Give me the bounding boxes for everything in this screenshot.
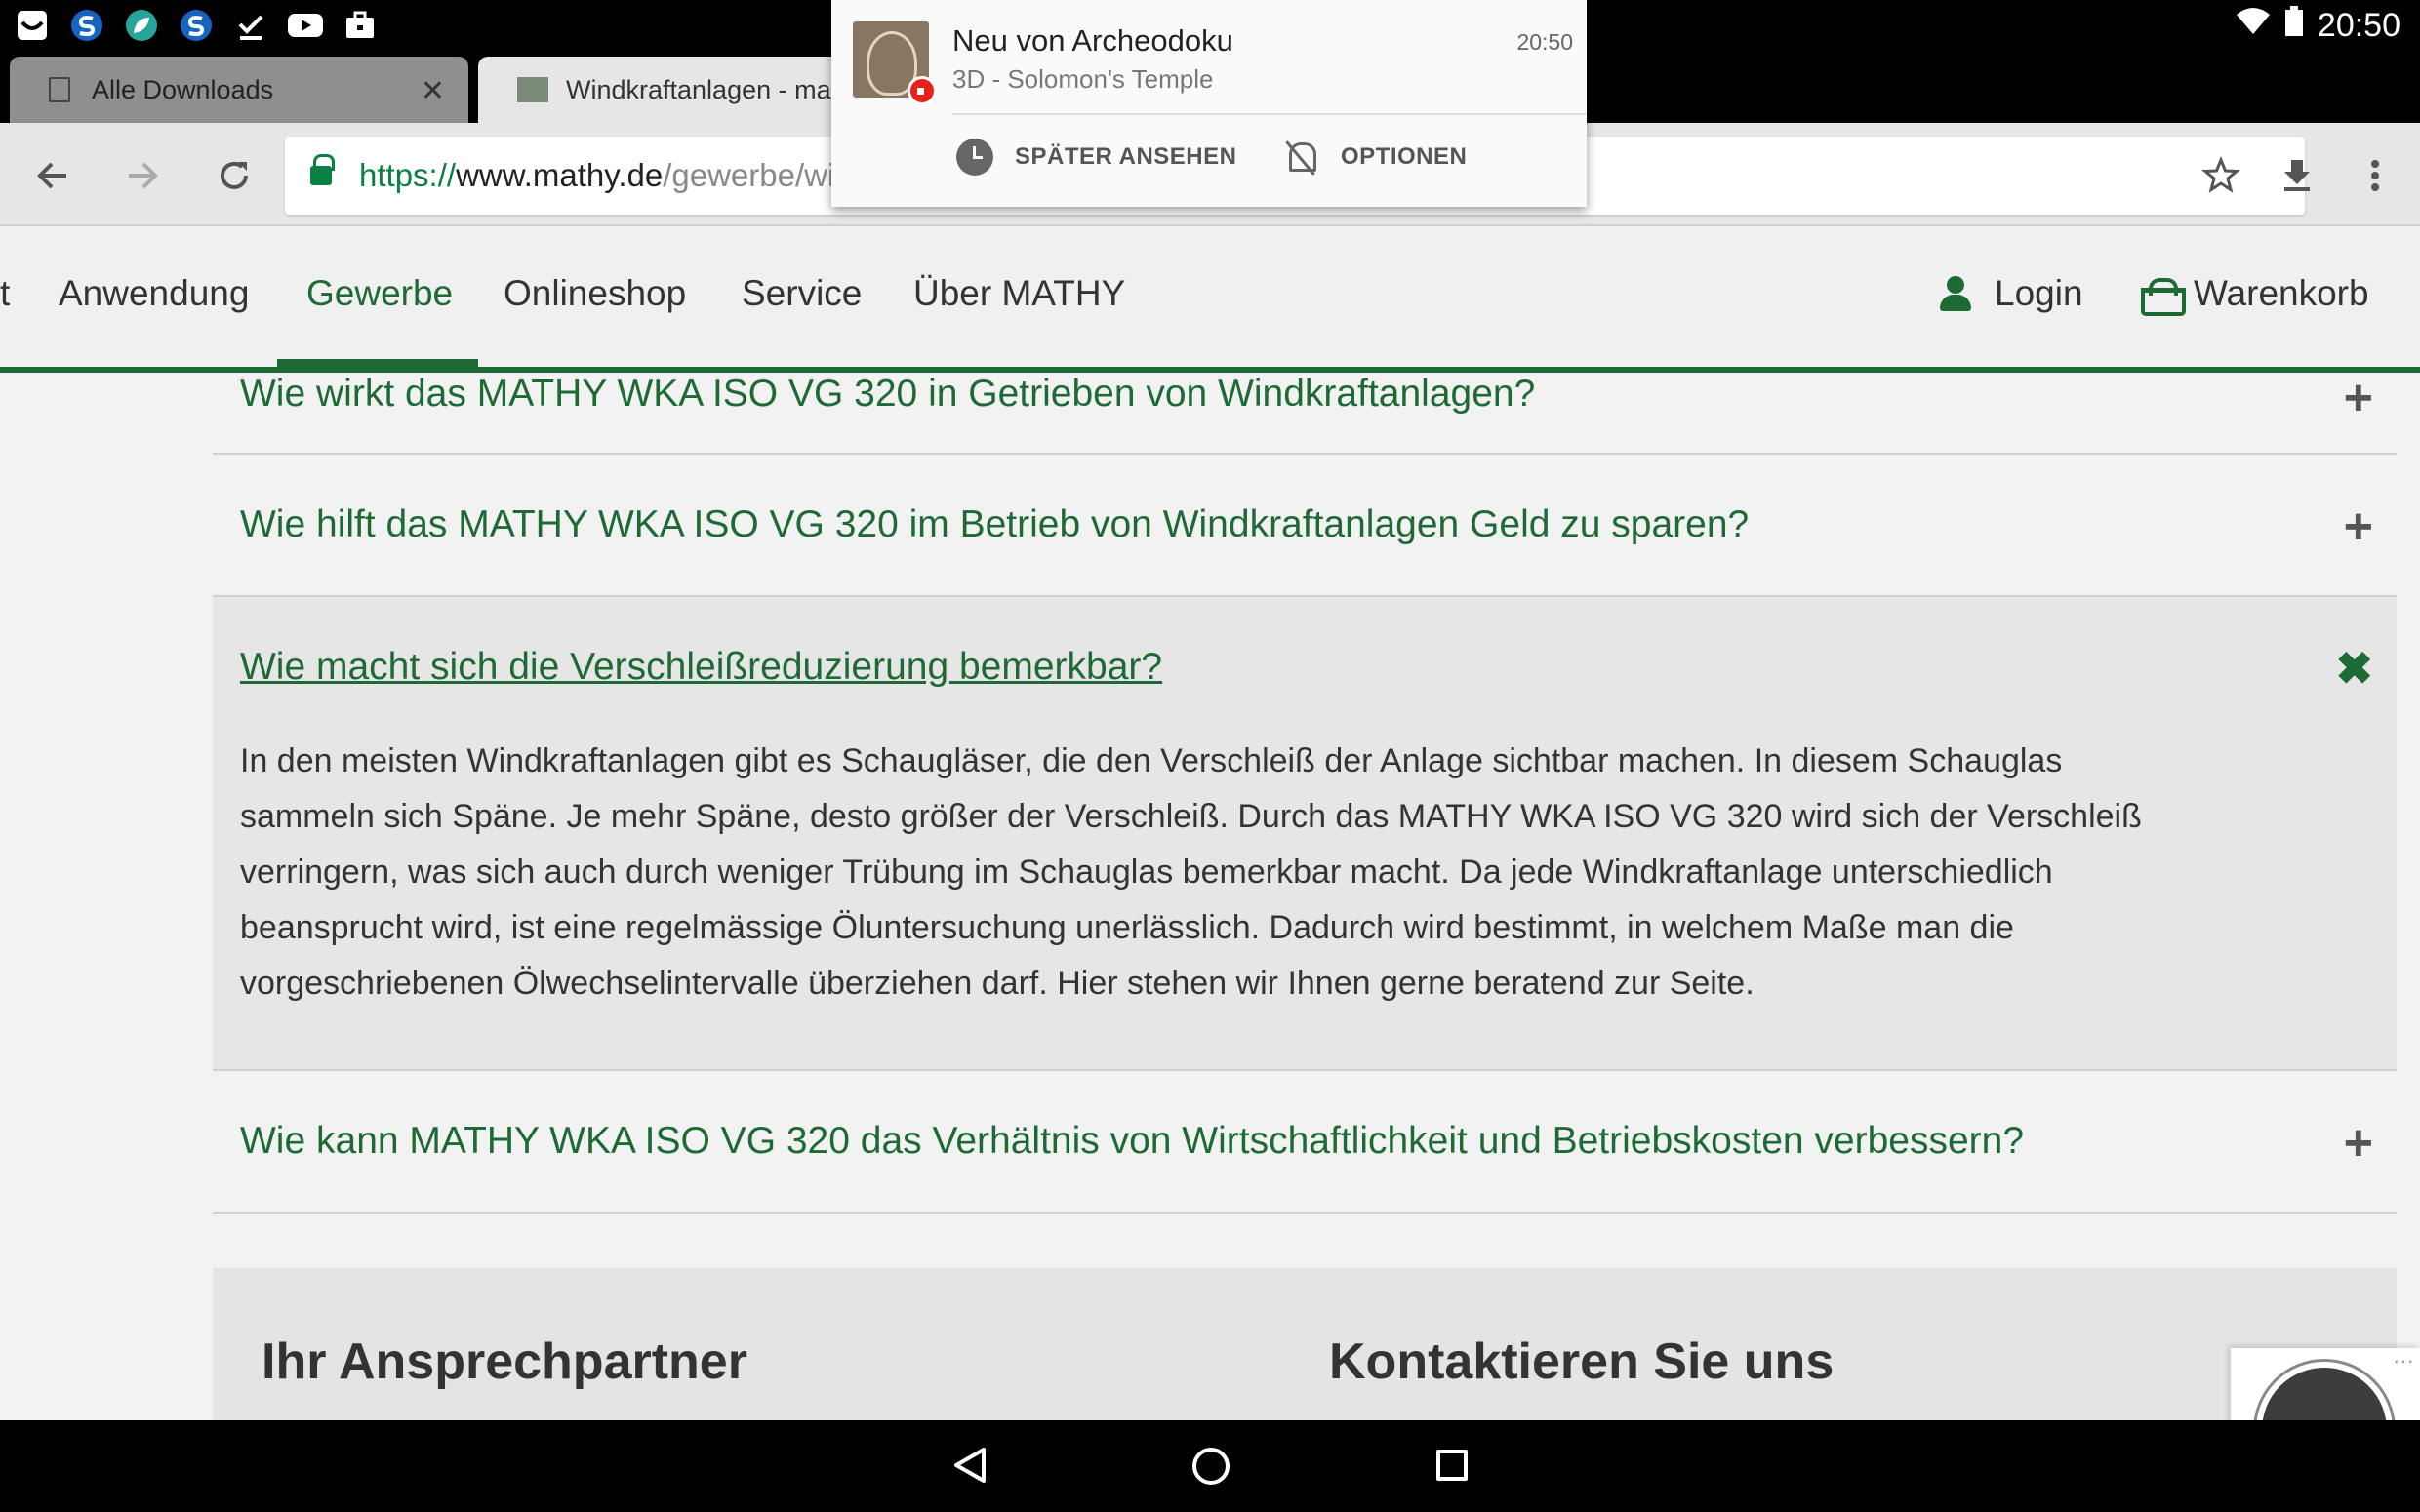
tab-label: Alle Downloads bbox=[92, 74, 274, 104]
faq-question[interactable]: Wie hilft das MATHY WKA ISO VG 320 im Be… bbox=[240, 503, 1749, 546]
tab-alle-downloads[interactable]: Alle Downloads ✕ bbox=[10, 57, 468, 123]
system-navigation-bar bbox=[0, 1420, 2420, 1512]
s-app-icon bbox=[176, 6, 217, 45]
briefcase-icon bbox=[340, 6, 381, 45]
plus-icon[interactable]: + bbox=[2344, 1118, 2373, 1169]
login-link[interactable]: Login bbox=[1940, 273, 2083, 314]
nav-item-truncated[interactable]: t bbox=[0, 273, 10, 314]
inbox-icon bbox=[12, 6, 53, 45]
options-label: OPTIONEN bbox=[1341, 143, 1468, 170]
faq-answer-line: verringern, was sich auch durch weniger … bbox=[240, 854, 2053, 891]
status-time: 20:50 bbox=[2317, 6, 2400, 44]
back-button[interactable] bbox=[25, 148, 80, 203]
menu-button[interactable] bbox=[2348, 148, 2402, 203]
status-notification-icons bbox=[12, 6, 381, 45]
arrow-right-icon bbox=[129, 162, 158, 189]
faq-question[interactable]: Wie kann MATHY WKA ISO VG 320 das Verhäl… bbox=[240, 1120, 2024, 1163]
notification-title: Neu von Archeodoku bbox=[952, 23, 1233, 58]
faq-answer-line: sammeln sich Späne. Je mehr Späne, desto… bbox=[240, 798, 2142, 835]
contact-us-heading: Kontaktieren Sie uns bbox=[1329, 1333, 1835, 1390]
url-host: www.mathy.de bbox=[456, 157, 664, 193]
s-app-icon bbox=[66, 6, 107, 45]
youtube-notification[interactable]: Neu von Archeodoku 3D - Solomon's Temple… bbox=[831, 0, 1587, 207]
url-path: /gewerbe/wir bbox=[663, 157, 846, 193]
site-navigation: t Anwendung Gewerbe Onlineshop Service Ü… bbox=[0, 226, 2420, 373]
cart-label: Warenkorb bbox=[2194, 273, 2369, 313]
battery-icon bbox=[2284, 6, 2304, 45]
notification-subtitle: 3D - Solomon's Temple bbox=[952, 64, 1214, 94]
plus-icon[interactable]: + bbox=[2344, 373, 2373, 423]
reload-button[interactable] bbox=[207, 148, 262, 203]
favicon-icon bbox=[517, 77, 548, 102]
back-nav-button[interactable] bbox=[952, 1446, 988, 1485]
faq-item[interactable]: Wie hilft das MATHY WKA ISO VG 320 im Be… bbox=[213, 455, 2397, 597]
tab-windkraftanlagen[interactable]: Windkraftanlagen - mathy bbox=[478, 57, 868, 123]
screen: 20:50 Alle Downloads ✕ Windkraftanlagen … bbox=[0, 0, 2420, 1512]
faq-answer-line: In den meisten Windkraftanlagen gibt es … bbox=[240, 742, 2063, 779]
faq-item[interactable]: Wie kann MATHY WKA ISO VG 320 das Verhäl… bbox=[213, 1071, 2397, 1214]
youtube-badge-icon bbox=[908, 76, 937, 105]
arrow-left-icon bbox=[37, 162, 66, 189]
plus-icon[interactable]: + bbox=[2344, 501, 2373, 552]
cart-link[interactable]: Warenkorb bbox=[2139, 273, 2369, 316]
watch-later-label: SPÄTER ANSEHEN bbox=[1015, 143, 1237, 170]
document-icon bbox=[49, 77, 70, 102]
nav-active-indicator bbox=[277, 359, 478, 369]
contact-section: Ihr Ansprechpartner Kontaktieren Sie uns bbox=[213, 1268, 2397, 1420]
recents-nav-button[interactable] bbox=[1436, 1450, 1468, 1481]
faq-item[interactable]: Wie wirkt das MATHY WKA ISO VG 320 in Ge… bbox=[213, 373, 2397, 455]
tab-label: Windkraftanlagen - mathy bbox=[566, 74, 867, 104]
lock-icon bbox=[310, 154, 335, 185]
user-icon bbox=[1940, 276, 1971, 311]
check-download-icon bbox=[230, 6, 271, 45]
reload-icon bbox=[221, 161, 248, 189]
nav-item-anwendung[interactable]: Anwendung bbox=[59, 273, 249, 314]
faq-answer: In den meisten Windkraftanlagen gibt es … bbox=[240, 734, 2367, 1012]
triangle-back-icon bbox=[954, 1448, 986, 1483]
download-button[interactable] bbox=[2270, 148, 2324, 203]
more-icon[interactable]: ··· bbox=[2393, 1348, 2414, 1373]
url-scheme: https:// bbox=[359, 157, 457, 193]
watch-later-button[interactable]: SPÄTER ANSEHEN bbox=[956, 139, 1236, 176]
nav-item-service[interactable]: Service bbox=[742, 273, 862, 314]
notification-divider bbox=[952, 113, 1587, 115]
nav-item-ueber-mathy[interactable]: Über MATHY bbox=[913, 273, 1125, 314]
more-vert-icon bbox=[2371, 160, 2379, 191]
close-icon[interactable]: ✕ bbox=[421, 74, 445, 108]
faq-item-open[interactable]: Wie macht sich die Verschleißreduzierung… bbox=[213, 597, 2397, 1071]
page-content: Wie wirkt das MATHY WKA ISO VG 320 in Ge… bbox=[0, 373, 2420, 1420]
youtube-icon bbox=[285, 6, 326, 45]
bookmark-button[interactable] bbox=[2194, 148, 2248, 203]
home-nav-button[interactable] bbox=[1192, 1448, 1230, 1485]
notification-time: 20:50 bbox=[1516, 29, 1573, 55]
options-button[interactable]: OPTIONEN bbox=[1282, 139, 1467, 176]
trusted-shops-badge[interactable]: ··· bbox=[2231, 1348, 2420, 1420]
close-icon[interactable]: ✖ bbox=[2335, 646, 2373, 691]
faq-question[interactable]: Wie wirkt das MATHY WKA ISO VG 320 in Ge… bbox=[240, 373, 1535, 416]
trusted-shops-seal-icon bbox=[2256, 1362, 2393, 1420]
login-label: Login bbox=[1995, 273, 2083, 313]
download-icon bbox=[2284, 160, 2310, 191]
nav-item-onlineshop[interactable]: Onlineshop bbox=[504, 273, 686, 314]
basket-icon bbox=[2139, 278, 2186, 316]
wifi-icon bbox=[2236, 7, 2271, 44]
faq-answer-line: vorgeschriebenen Ölwechselintervalle übe… bbox=[240, 965, 1754, 1002]
faq-answer-line: beansprucht wird, ist eine regelmässige … bbox=[240, 909, 2014, 946]
forward-button[interactable] bbox=[115, 148, 170, 203]
leaf-app-icon bbox=[121, 6, 162, 45]
faq-question[interactable]: Wie macht sich die Verschleißreduzierung… bbox=[240, 646, 1162, 689]
bell-off-icon bbox=[1282, 139, 1319, 176]
contact-person-heading: Ihr Ansprechpartner bbox=[262, 1333, 747, 1390]
status-right: 20:50 bbox=[2236, 6, 2400, 45]
nav-item-gewerbe[interactable]: Gewerbe bbox=[306, 273, 453, 314]
clock-icon bbox=[956, 139, 993, 176]
star-icon bbox=[2201, 156, 2240, 193]
